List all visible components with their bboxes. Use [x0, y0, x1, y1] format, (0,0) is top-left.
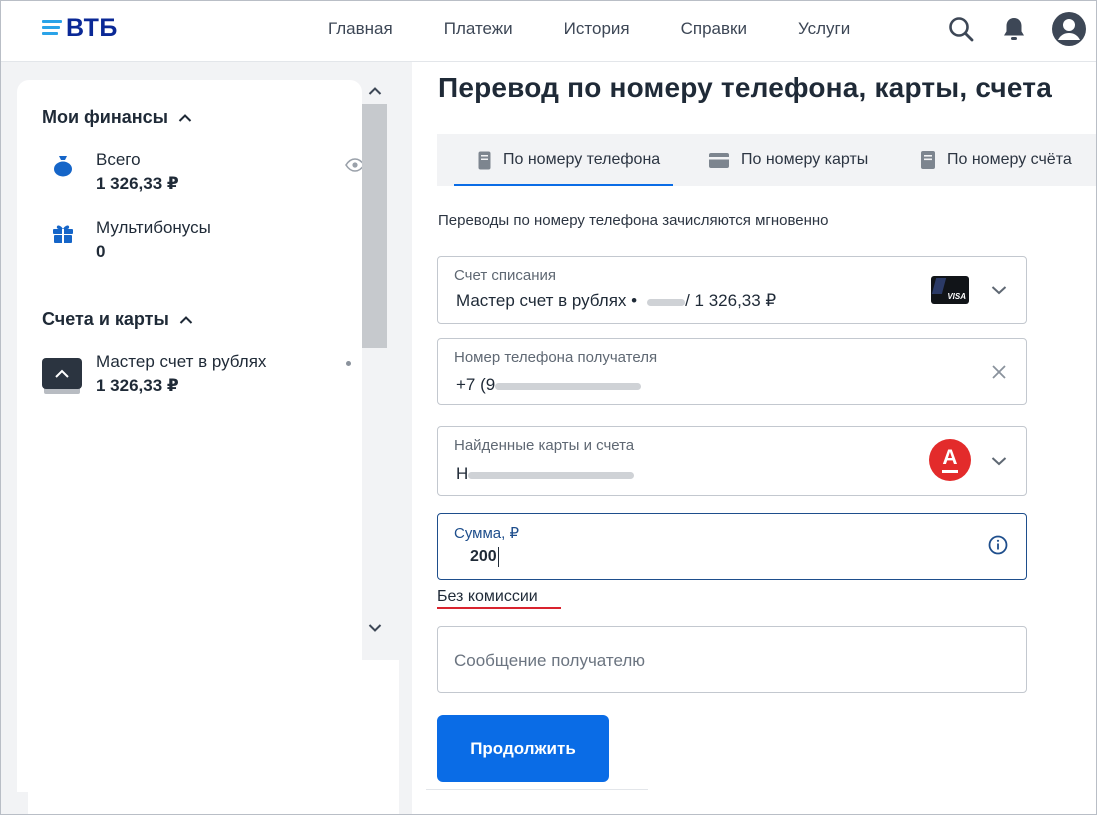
- masked-phone: [495, 383, 642, 390]
- scrollbar-thumb[interactable]: [362, 104, 387, 348]
- recipient-phone-field[interactable]: Номер телефона получателя +7 (9: [437, 338, 1027, 405]
- account-label: Мастер счет в рублях: [96, 352, 267, 371]
- recipient-phone-value: +7 (9: [456, 375, 642, 395]
- multibonus-item[interactable]: Мультибонусы 0: [42, 218, 342, 264]
- scroll-up-icon[interactable]: [366, 82, 384, 100]
- nav-services[interactable]: Услуги: [798, 19, 850, 39]
- total-label: Всего: [96, 150, 141, 169]
- chevron-up-icon: [179, 315, 193, 324]
- nav-payments[interactable]: Платежи: [444, 19, 513, 39]
- finances-section-toggle[interactable]: Мои финансы: [42, 107, 192, 128]
- found-accounts-value: Н: [456, 464, 635, 484]
- main-nav: Главная Платежи История Справки Услуги: [328, 19, 901, 39]
- debit-account-name: Мастер счет в рублях •: [456, 291, 638, 310]
- bonus-value: 0: [96, 242, 106, 261]
- amount-value: 200: [470, 547, 499, 567]
- logo-bars-icon: [42, 20, 62, 35]
- masked-number: [647, 299, 686, 306]
- panel-bottom: [28, 792, 362, 815]
- debit-account-label: Счет списания: [454, 267, 556, 284]
- recipient-phone-label: Номер телефона получателя: [454, 349, 658, 366]
- tab-card-label: По номеру карты: [741, 151, 869, 168]
- chevron-up-icon: [178, 113, 192, 122]
- tab-account[interactable]: По номеру счёта: [921, 134, 1072, 186]
- nav-home[interactable]: Главная: [328, 19, 393, 39]
- account-card-icon: [42, 358, 82, 394]
- phone-icon: [478, 151, 491, 169]
- accounts-title: Счета и карты: [42, 309, 169, 329]
- tab-account-label: По номеру счёта: [947, 151, 1072, 168]
- logo-text: ВТБ: [66, 14, 118, 42]
- gift-icon: [53, 225, 73, 243]
- page-title: Перевод по номеру телефона, карты, счета: [438, 72, 1052, 103]
- amount-label: Сумма, ₽: [454, 525, 520, 542]
- money-bag-icon: [54, 156, 72, 177]
- account-more-dot[interactable]: [346, 361, 351, 366]
- account-value: 1 326,33 ₽: [96, 376, 179, 395]
- alfa-bank-icon: А: [929, 439, 971, 481]
- text-cursor: [497, 547, 499, 567]
- found-accounts-label: Найденные карты и счета: [454, 437, 635, 454]
- scroll-gap-lower: [362, 680, 399, 815]
- accounts-section-toggle[interactable]: Счета и карты: [42, 309, 193, 330]
- amount-text: 200: [470, 548, 497, 565]
- bell-icon[interactable]: [996, 11, 1032, 47]
- card-icon: [709, 152, 729, 168]
- info-icon[interactable]: [987, 534, 1009, 556]
- debit-account-balance: / 1 326,33 ₽: [685, 291, 777, 310]
- bottom-divider: [426, 789, 648, 790]
- debit-account-value: Мастер счет в рублях • / 1 326,33 ₽: [456, 291, 776, 311]
- recipient-initial: Н: [456, 464, 469, 483]
- transfer-main: Перевод по номеру телефона, карты, счета…: [412, 62, 1097, 815]
- phone-prefix: +7 (9: [456, 375, 496, 394]
- masked-recipient: [468, 472, 635, 479]
- avatar-icon[interactable]: [1051, 11, 1087, 47]
- transfer-hint: Переводы по номеру телефона зачисляются …: [438, 212, 829, 229]
- continue-button[interactable]: Продолжить: [437, 715, 609, 782]
- total-balance-item[interactable]: Всего 1 326,33 ₽: [42, 150, 365, 196]
- search-icon[interactable]: [943, 11, 979, 47]
- card-brand-label: VISA: [947, 292, 966, 301]
- finances-panel: Мои финансы Всего 1 326,33 ₽ Мультибонус…: [17, 80, 365, 792]
- document-icon: [921, 151, 935, 169]
- chevron-down-icon[interactable]: [988, 279, 1010, 301]
- vtb-logo[interactable]: ВТБ: [42, 14, 118, 43]
- recipient-message-field[interactable]: Сообщение получателю: [437, 626, 1027, 693]
- message-placeholder: Сообщение получателю: [454, 651, 646, 670]
- account-item[interactable]: Мастер счет в рублях 1 326,33 ₽: [42, 352, 351, 398]
- finances-title: Мои финансы: [42, 107, 169, 127]
- transfer-tabs: По номеру телефона По номеру карты По но…: [437, 134, 1097, 186]
- bank-letter: А: [942, 445, 958, 469]
- found-accounts-select[interactable]: Найденные карты и счета Н А: [437, 426, 1027, 496]
- tab-card[interactable]: По номеру карты: [709, 134, 868, 186]
- debit-account-select[interactable]: Счет списания Мастер счет в рублях • / 1…: [437, 256, 1027, 324]
- visa-card-icon: VISA: [931, 276, 969, 304]
- scroll-down-icon[interactable]: [366, 619, 384, 637]
- tab-phone[interactable]: По номеру телефона: [454, 134, 673, 186]
- scroll-gap: [362, 660, 399, 680]
- no-fee-underline: [437, 607, 561, 609]
- tab-phone-label: По номеру телефона: [503, 151, 661, 168]
- no-fee-text: Без комиссии: [437, 588, 538, 605]
- bonus-label: Мультибонусы: [96, 218, 211, 237]
- top-header: ВТБ Главная Платежи История Справки Услу…: [0, 0, 1097, 62]
- clear-icon[interactable]: [988, 361, 1010, 383]
- chevron-down-icon[interactable]: [988, 450, 1010, 472]
- nav-statements[interactable]: Справки: [681, 19, 747, 39]
- column-divider: [399, 62, 412, 815]
- amount-field[interactable]: Сумма, ₽ 200: [437, 513, 1027, 580]
- total-value: 1 326,33 ₽: [96, 174, 179, 193]
- nav-history[interactable]: История: [564, 19, 630, 39]
